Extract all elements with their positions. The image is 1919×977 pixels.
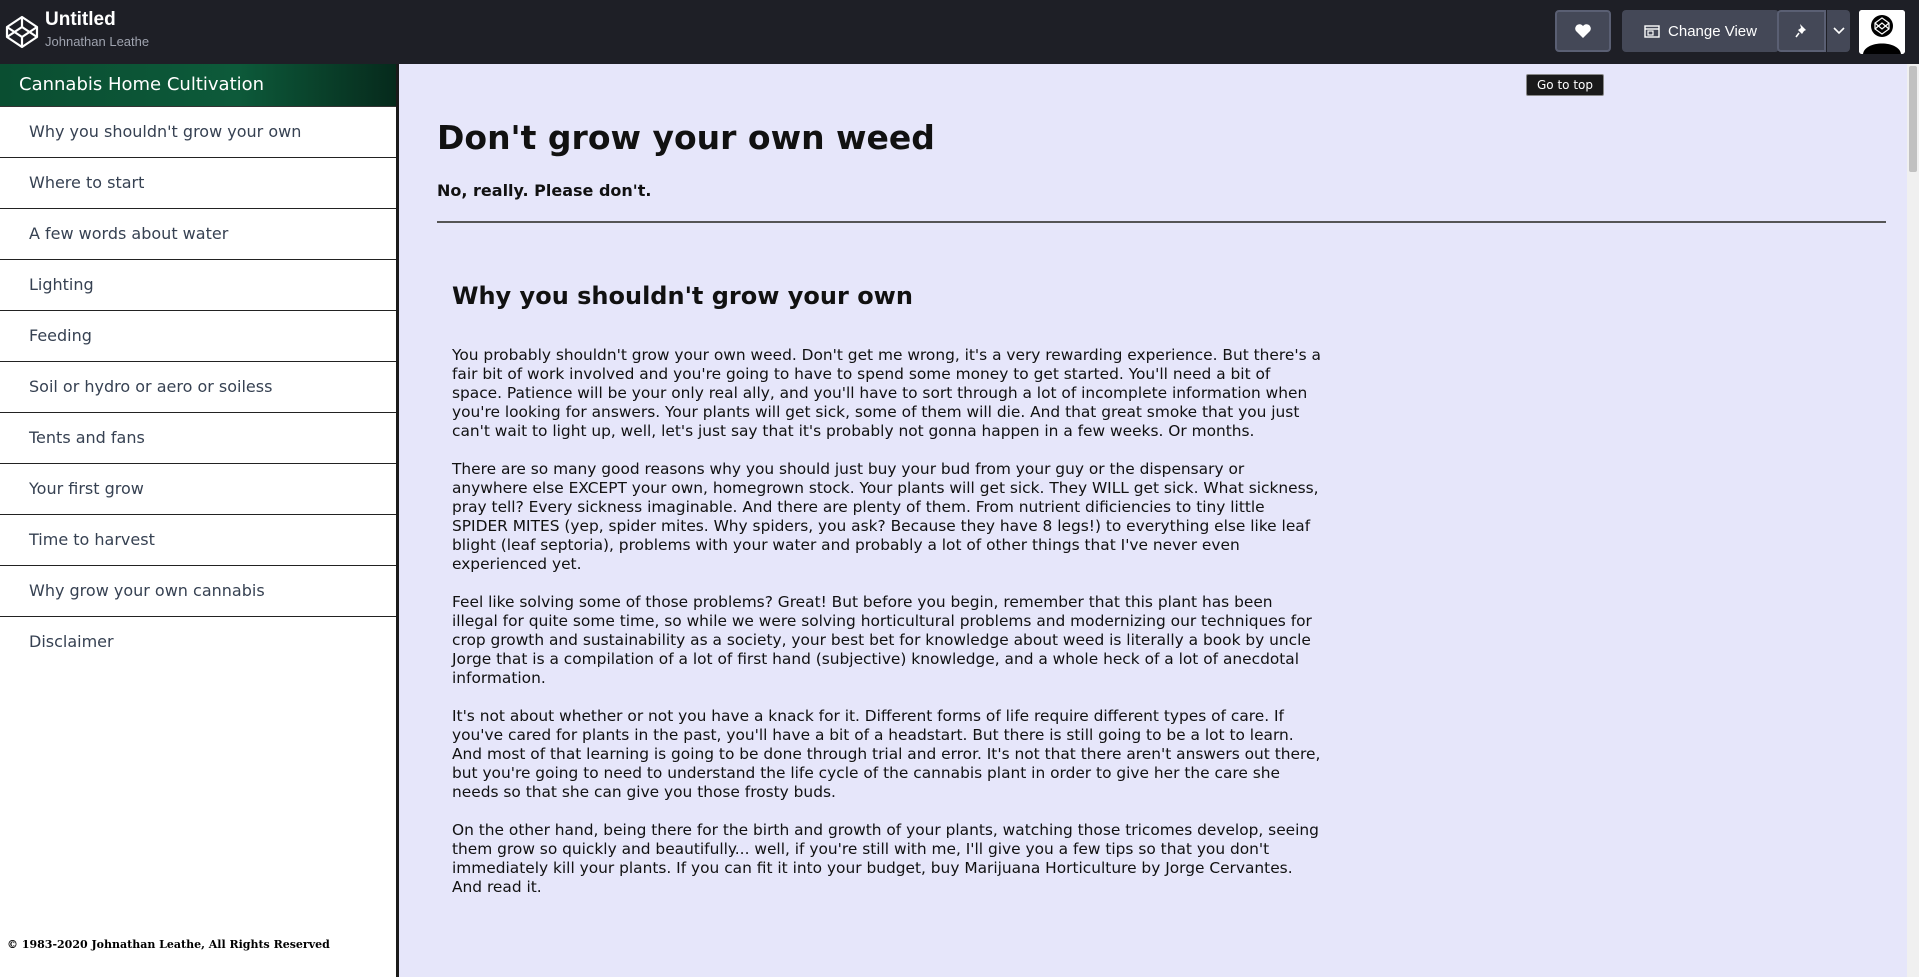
chevron-down-icon bbox=[1833, 27, 1845, 35]
main-content: Go to top Don't grow your own weed No, r… bbox=[399, 64, 1907, 977]
pin-icon bbox=[1795, 24, 1806, 38]
paragraph: Feel like solving some of those problems… bbox=[452, 593, 1312, 687]
nav-item-lighting[interactable]: Lighting bbox=[0, 260, 396, 311]
change-view-label: Change View bbox=[1668, 22, 1757, 40]
pin-button[interactable] bbox=[1777, 10, 1827, 52]
project-title[interactable]: Untitled bbox=[45, 9, 116, 31]
page-title: Don't grow your own weed bbox=[437, 118, 935, 157]
codepen-logo-icon[interactable] bbox=[4, 14, 40, 50]
change-view-button[interactable]: Change View bbox=[1622, 10, 1779, 52]
nav-item-disclaimer[interactable]: Disclaimer bbox=[0, 617, 396, 667]
sidebar: Cannabis Home Cultivation Why you should… bbox=[0, 64, 399, 977]
nav-item-tents-fans[interactable]: Tents and fans bbox=[0, 413, 396, 464]
nav-item-feeding[interactable]: Feeding bbox=[0, 311, 396, 362]
layout-icon bbox=[1644, 24, 1660, 38]
paragraph: It's not about whether or not you have a… bbox=[452, 707, 1321, 801]
pin-dropdown-button[interactable] bbox=[1827, 10, 1850, 52]
nav-item-where-to-start[interactable]: Where to start bbox=[0, 158, 396, 209]
pin-button-group bbox=[1777, 10, 1850, 52]
avatar-icon bbox=[1859, 10, 1905, 54]
paragraph: There are so many good reasons why you s… bbox=[452, 460, 1319, 573]
nav-item-water[interactable]: A few words about water bbox=[0, 209, 396, 260]
paragraph: On the other hand, being there for the b… bbox=[452, 821, 1319, 896]
nav-item-first-grow[interactable]: Your first grow bbox=[0, 464, 396, 515]
scrollbar-thumb[interactable] bbox=[1909, 66, 1917, 172]
page-subtitle: No, really. Please don't. bbox=[437, 181, 652, 200]
project-author[interactable]: Johnathan Leathe bbox=[45, 34, 149, 49]
section-heading: Why you shouldn't grow your own bbox=[452, 282, 913, 310]
top-bar: Untitled Johnathan Leathe Change View bbox=[0, 0, 1919, 64]
sidebar-title: Cannabis Home Cultivation bbox=[0, 64, 396, 107]
nav-item-why-grow[interactable]: Why grow your own cannabis bbox=[0, 566, 396, 617]
like-button[interactable] bbox=[1555, 10, 1611, 52]
heart-icon bbox=[1575, 24, 1591, 38]
nav-item-soil-hydro[interactable]: Soil or hydro or aero or soiless bbox=[0, 362, 396, 413]
user-avatar[interactable] bbox=[1859, 10, 1905, 54]
section-body: You probably shouldn't grow your own wee… bbox=[452, 346, 1322, 916]
nav-item-why-not-grow[interactable]: Why you shouldn't grow your own bbox=[0, 107, 396, 158]
scrollbar[interactable] bbox=[1907, 64, 1919, 977]
paragraph: You probably shouldn't grow your own wee… bbox=[452, 346, 1321, 440]
go-to-top-button[interactable]: Go to top bbox=[1526, 74, 1604, 96]
nav-item-harvest[interactable]: Time to harvest bbox=[0, 515, 396, 566]
header-divider bbox=[437, 221, 1886, 223]
copyright-text: © 1983-2020 Johnathan Leathe, All Rights… bbox=[7, 938, 330, 951]
